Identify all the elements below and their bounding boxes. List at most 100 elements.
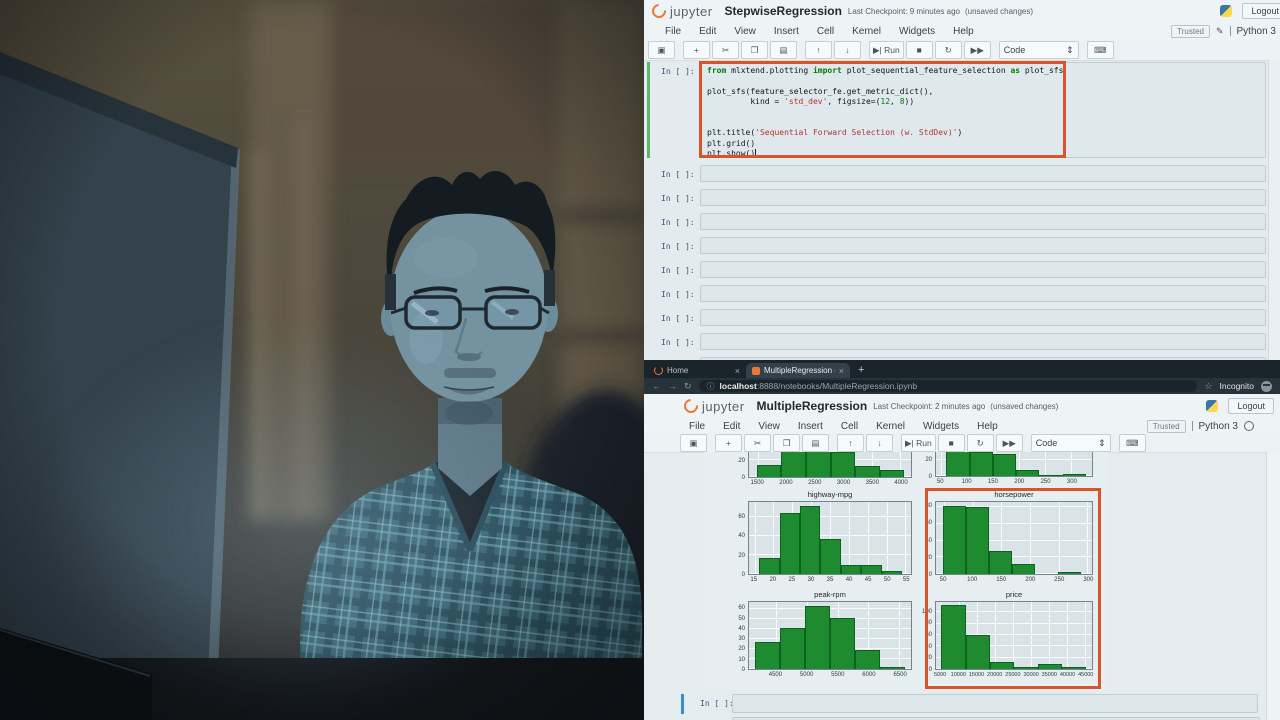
menu-item-file[interactable]: File: [680, 421, 714, 432]
python-logo-icon: [1206, 400, 1219, 412]
menu-item-insert[interactable]: Insert: [789, 421, 832, 432]
y-tick-label: 60: [738, 513, 745, 520]
scrollbar-track[interactable]: [1266, 452, 1280, 720]
y-tick-label: 20: [925, 457, 932, 464]
toolbar: ▣ + ✂ ❐ ▤ ↑ ↓ ▶| Run ■ ↻ ▶▶ Code ⇕ ⌨: [644, 434, 1280, 453]
add-cell-button[interactable]: +: [715, 434, 742, 452]
menu-item-cell[interactable]: Cell: [808, 26, 843, 37]
incognito-icon: [1261, 380, 1272, 392]
menu-item-kernel[interactable]: Kernel: [867, 421, 914, 432]
cut-button[interactable]: ✂: [744, 434, 771, 452]
cut-button[interactable]: ✂: [712, 41, 739, 59]
cell-type-value: Code: [1003, 45, 1026, 55]
run-button[interactable]: ▶| Run: [869, 41, 904, 59]
restart-button[interactable]: ↻: [966, 434, 994, 452]
url-host: localhost: [719, 381, 757, 391]
close-tab-icon[interactable]: ×: [839, 366, 844, 376]
close-tab-icon[interactable]: ×: [735, 366, 740, 376]
x-tick-label: 4500: [768, 672, 783, 678]
stop-button[interactable]: ■: [905, 41, 933, 59]
url-path: :8888/notebooks/MultipleRegression.ipynb: [756, 381, 918, 391]
logout-button[interactable]: Logout: [1228, 398, 1274, 414]
run-icon: ▶|: [873, 44, 882, 55]
run-icon: ▶|: [905, 437, 914, 448]
save-button[interactable]: ▣: [648, 41, 675, 59]
move-down-button[interactable]: ↓: [834, 41, 861, 59]
omnibox[interactable]: ⓘ localhost:8888/notebooks/MultipleRegre…: [698, 380, 1198, 392]
menu-item-help[interactable]: Help: [968, 421, 1007, 432]
empty-cell-input[interactable]: [700, 309, 1266, 326]
save-button[interactable]: ▣: [680, 434, 707, 452]
move-up-button[interactable]: ↑: [805, 41, 832, 59]
forward-icon[interactable]: →: [668, 381, 677, 391]
run-label: Run: [916, 438, 932, 448]
empty-cell-input[interactable]: [700, 237, 1266, 254]
y-tick-label: 40: [738, 625, 745, 632]
back-icon[interactable]: ←: [652, 381, 661, 391]
bookmark-star-icon[interactable]: ☆: [1204, 381, 1212, 392]
empty-cell-input[interactable]: [700, 333, 1266, 350]
gridline: [749, 516, 911, 518]
unsaved-text: (unsaved changes): [964, 6, 1034, 16]
restart-run-all-button[interactable]: ▶▶: [995, 434, 1023, 452]
tab-home[interactable]: Home ×: [648, 363, 746, 378]
info-icon[interactable]: ⓘ: [707, 381, 715, 392]
paste-button[interactable]: ▤: [802, 434, 829, 452]
menu-item-edit[interactable]: Edit: [690, 26, 725, 37]
pencil-icon[interactable]: ✎: [1216, 26, 1224, 37]
stop-button[interactable]: ■: [937, 434, 965, 452]
hist-bar: [1062, 474, 1086, 476]
menu-item-view[interactable]: View: [725, 26, 765, 37]
add-cell-button[interactable]: +: [683, 41, 710, 59]
copy-button[interactable]: ❐: [773, 434, 800, 452]
cell-type-select[interactable]: Code ⇕: [1030, 434, 1111, 452]
empty-cell-input[interactable]: [700, 189, 1266, 206]
incognito-label: Incognito: [1219, 381, 1255, 391]
hist-bar: [759, 557, 780, 574]
menu: File Edit View Insert Cell Kernel Widgets Help: [680, 421, 1007, 432]
gridline: [941, 452, 943, 476]
notebook-title[interactable]: MultipleRegression: [757, 399, 868, 413]
logout-button[interactable]: Logout: [1242, 3, 1280, 19]
menu-item-widgets[interactable]: Widgets: [914, 421, 968, 432]
empty-cell-input[interactable]: [700, 213, 1266, 230]
x-tick-label: 2500: [808, 480, 822, 486]
empty-cell-input[interactable]: [700, 285, 1266, 302]
x-tick-label: 200: [1014, 479, 1025, 485]
jupyter-logo-icon: [681, 396, 701, 416]
scrollbar-track[interactable]: [1268, 60, 1280, 360]
empty-cell-input[interactable]: [732, 694, 1258, 713]
command-palette-button[interactable]: ⌨: [1086, 41, 1114, 59]
refresh-icon[interactable]: ↻: [684, 381, 692, 392]
y-tick-label: 0: [741, 475, 745, 481]
x-tick-label: 40: [845, 577, 853, 583]
menu-item-view[interactable]: View: [749, 421, 789, 432]
move-down-button[interactable]: ↓: [866, 434, 893, 452]
command-palette-button[interactable]: ⌨: [1118, 434, 1146, 452]
menu-item-cell[interactable]: Cell: [832, 421, 867, 432]
hist-bar: [880, 667, 906, 669]
restart-button[interactable]: ↻: [934, 41, 962, 59]
menu-item-help[interactable]: Help: [944, 26, 983, 37]
histogram-row1-right: 50 100 150 200 250 300 0 20: [925, 452, 1093, 485]
menu-item-kernel[interactable]: Kernel: [843, 26, 890, 37]
jupyter-favicon-icon: [654, 366, 663, 375]
notebook-title[interactable]: StepwiseRegression: [725, 4, 842, 18]
tab-multipleregression[interactable]: MultipleRegression - Jupyter N ×: [746, 363, 850, 378]
menu-item-edit[interactable]: Edit: [714, 421, 749, 432]
paste-button[interactable]: ▤: [770, 41, 797, 59]
menu: File Edit View Insert Cell Kernel Widgets Help: [656, 26, 983, 37]
menubar: File Edit View Insert Cell Kernel Widgets Help …: [644, 418, 1280, 435]
histogram-peak-rpm: peak-rpm 4500 5000 5500 6000 6500 0 10 20 30 40 50 6…: [738, 590, 912, 678]
menu-item-widgets[interactable]: Widgets: [890, 26, 944, 37]
move-up-button[interactable]: ↑: [837, 434, 864, 452]
new-tab-button[interactable]: +: [858, 364, 864, 376]
menu-item-insert[interactable]: Insert: [765, 26, 808, 37]
empty-cell-input[interactable]: [700, 165, 1266, 182]
menu-item-file[interactable]: File: [656, 26, 690, 37]
run-button[interactable]: ▶| Run: [901, 434, 936, 452]
restart-run-all-button[interactable]: ▶▶: [963, 41, 991, 59]
cell-type-select[interactable]: Code ⇕: [998, 41, 1079, 59]
empty-cell-input[interactable]: [700, 261, 1266, 278]
copy-button[interactable]: ❐: [741, 41, 768, 59]
